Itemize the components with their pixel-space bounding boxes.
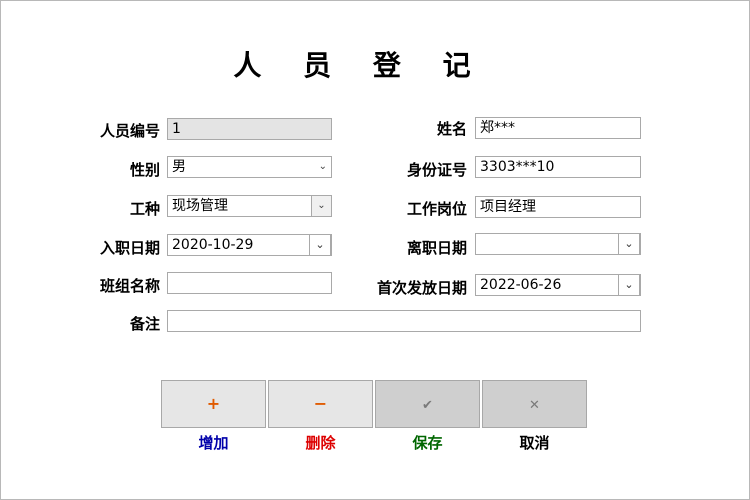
first-pay-date-label: 首次发放日期 bbox=[376, 279, 467, 297]
name-input[interactable]: 郑*** bbox=[475, 117, 641, 139]
hire-date-label: 入职日期 bbox=[99, 239, 160, 257]
first-pay-date-value: 2022-06-26 bbox=[480, 277, 562, 293]
date-dropdown-icon[interactable]: ⌄ bbox=[618, 234, 640, 254]
person-id-label: 人员编号 bbox=[99, 122, 160, 140]
hire-date-value: 2020-10-29 bbox=[172, 237, 254, 253]
remark-label: 备注 bbox=[129, 315, 160, 333]
hire-date-picker[interactable]: 2020-10-29 ⌄ bbox=[167, 234, 332, 256]
add-label[interactable]: 增加 bbox=[161, 432, 266, 453]
cancel-button[interactable]: ✕ bbox=[482, 380, 587, 428]
cancel-label[interactable]: 取消 bbox=[482, 432, 587, 453]
chevron-down-icon[interactable]: ⌄ bbox=[319, 157, 327, 177]
page-title: 人 员 登 记 bbox=[233, 49, 487, 82]
gender-label: 性别 bbox=[129, 161, 160, 179]
post-input[interactable]: 项目经理 bbox=[475, 196, 641, 218]
gender-value: 男 bbox=[172, 159, 186, 175]
close-icon: ✕ bbox=[529, 398, 540, 413]
person-id-field: 1 bbox=[167, 118, 332, 140]
delete-button[interactable]: − bbox=[268, 380, 373, 428]
team-name-label: 班组名称 bbox=[99, 277, 160, 295]
worktype-value: 现场管理 bbox=[172, 198, 228, 214]
save-label[interactable]: 保存 bbox=[375, 432, 480, 453]
remark-input[interactable] bbox=[167, 310, 641, 332]
delete-label[interactable]: 删除 bbox=[268, 432, 373, 453]
name-label: 姓名 bbox=[436, 120, 467, 138]
post-label: 工作岗位 bbox=[406, 200, 467, 218]
id-card-input[interactable]: 3303***10 bbox=[475, 156, 641, 178]
plus-icon: + bbox=[206, 394, 221, 413]
first-pay-date-picker[interactable]: 2022-06-26 ⌄ bbox=[475, 274, 641, 296]
date-dropdown-icon[interactable]: ⌄ bbox=[618, 275, 640, 295]
chevron-down-icon[interactable]: ⌄ bbox=[311, 196, 331, 216]
add-button[interactable]: + bbox=[161, 380, 266, 428]
team-name-input[interactable] bbox=[167, 272, 332, 294]
save-button[interactable]: ✔ bbox=[375, 380, 480, 428]
worktype-select[interactable]: 现场管理 ⌄ bbox=[167, 195, 332, 217]
date-dropdown-icon[interactable]: ⌄ bbox=[309, 235, 331, 255]
check-icon: ✔ bbox=[422, 398, 433, 413]
gender-select[interactable]: 男 ⌄ bbox=[167, 156, 332, 178]
leave-date-label: 离职日期 bbox=[406, 239, 467, 257]
minus-icon: − bbox=[313, 394, 328, 413]
leave-date-picker[interactable]: ⌄ bbox=[475, 233, 641, 255]
worktype-label: 工种 bbox=[129, 200, 160, 218]
id-card-label: 身份证号 bbox=[406, 161, 467, 179]
